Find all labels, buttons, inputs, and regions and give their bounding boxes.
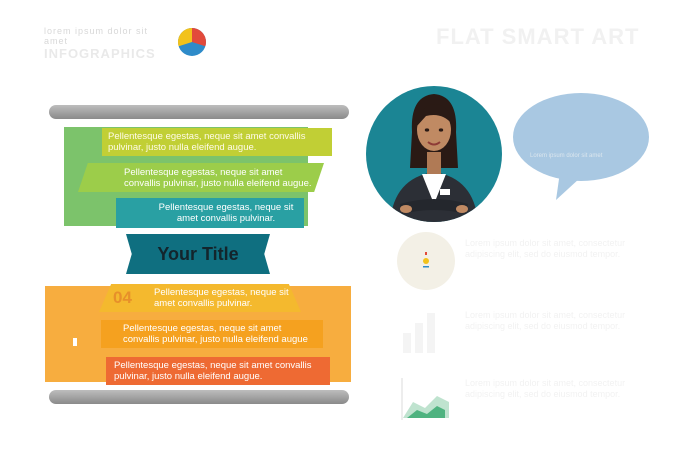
businesswoman-illustration [390,94,478,222]
bar-chart-icon [397,303,455,361]
brand-logo-text: lorem ipsum dolor sit amet INFOGRAPHICS [44,26,174,61]
funnel-step-6-text: Pellentesque egestas, neque sit amet con… [114,360,312,382]
funnel-step-4-number: 04 [113,288,132,307]
businesswoman-avatar [366,86,502,222]
speech-bubble-text: Lorem ipsum dolor sit amet [530,153,603,159]
feature-2-text: Lorem ipsum dolor sit amet, consectetur … [465,310,626,331]
funnel-title-ribbon: Your Title [126,234,270,274]
feature-1-text: Lorem ipsum dolor sit amet, consectetur … [465,238,626,259]
feature-3-text: Lorem ipsum dolor sit amet, consectetur … [465,378,626,399]
brand-tagline: lorem ipsum dolor sit amet [44,26,149,46]
funnel-step-4-text: Pellentesque egestas, neque sit amet con… [154,287,289,309]
pie-chart-icon [178,28,206,56]
funnel-step-2: Pellentesque egestas, neque sit amet con… [78,163,324,192]
funnel-step-6: Pellentesque egestas, neque sit amet con… [106,357,330,385]
pie-chart-icon [397,232,455,290]
page-title: FLAT SMART ART [436,24,640,49]
funnel-top-bar [49,105,349,119]
funnel-step-3: Pellentesque egestas, neque sit amet con… [116,198,304,228]
funnel-step-5-text: Pellentesque egestas, neque sit amet con… [123,323,308,345]
funnel-step-1: Pellentesque egestas, neque sit amet con… [102,128,332,156]
area-chart-icon [397,372,455,430]
funnel-step-5: Pellentesque egestas, neque sit amet con… [101,320,323,348]
speech-bubble [513,93,649,200]
funnel-step-1-text: Pellentesque egestas, neque sit amet con… [108,131,306,153]
brand-name: INFOGRAPHICS [44,46,156,61]
funnel-step-3-text: Pellentesque egestas, neque sit amet con… [158,202,294,224]
funnel-step-2-text: Pellentesque egestas, neque sit amet con… [124,166,312,189]
funnel-marker [73,338,77,346]
funnel-bottom-bar [49,390,349,404]
funnel-title: Your Title [157,243,239,264]
